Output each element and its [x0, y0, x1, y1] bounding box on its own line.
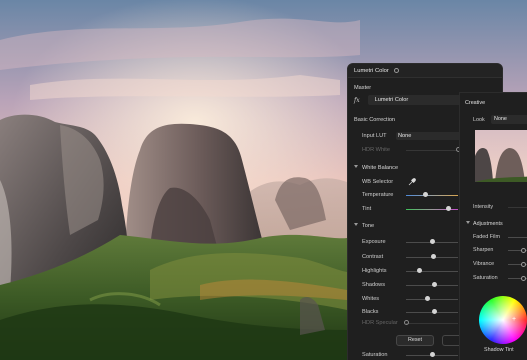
temperature-label: Temperature: [362, 192, 394, 198]
tone-slider[interactable]: [406, 239, 458, 245]
section-collapse-icon: [466, 221, 470, 224]
tint-knob[interactable]: [446, 206, 452, 212]
tone-slider-knob[interactable]: [425, 296, 431, 302]
adjustment-slider-knob[interactable]: [520, 275, 526, 281]
temperature-slider[interactable]: [406, 192, 458, 198]
hdr-white-slider[interactable]: [406, 147, 461, 153]
tone-slider-label: Exposure: [362, 239, 386, 245]
saturation-slider[interactable]: [406, 352, 458, 358]
creative-title: Creative: [465, 100, 486, 106]
intensity-slider[interactable]: [508, 207, 527, 208]
tone-slider-label: Whites: [362, 296, 380, 302]
section-collapse-icon: [354, 223, 358, 226]
panel-title: Lumetri Color: [354, 67, 389, 74]
tone-slider-label: Highlights: [362, 268, 387, 274]
adjustment-label: Sharpen: [473, 247, 494, 253]
temperature-knob[interactable]: [423, 192, 429, 198]
tone-slider-knob[interactable]: [429, 239, 435, 245]
white-balance-heading: White Balance: [354, 165, 398, 171]
input-lut-label: Input LUT: [362, 133, 387, 139]
adjustment-label: Saturation: [473, 275, 498, 281]
tone-slider-knob[interactable]: [430, 254, 436, 260]
wb-selector-label: WB Selector: [362, 179, 394, 185]
input-lut-dropdown[interactable]: None: [396, 132, 466, 140]
eyedropper-icon[interactable]: [408, 178, 416, 186]
look-preview-thumbnail[interactable]: [475, 126, 527, 195]
reset-button[interactable]: Reset: [396, 335, 434, 346]
hdr-white-label: HDR White: [362, 147, 390, 153]
adjustment-slider[interactable]: [508, 237, 527, 238]
tone-slider-knob[interactable]: [432, 282, 438, 288]
tone-slider[interactable]: [406, 268, 458, 274]
adjustment-slider-knob[interactable]: [520, 261, 526, 267]
adjustment-label: Faded Film: [473, 234, 500, 240]
hdr-specular-label: HDR Specular: [362, 320, 398, 326]
adjustment-slider[interactable]: [508, 247, 527, 253]
saturation-label: Saturation: [362, 352, 388, 358]
adjustments-heading[interactable]: Adjustments: [466, 221, 503, 227]
tone-slider-label: Shadows: [362, 282, 386, 288]
look-label: Look: [473, 117, 485, 123]
intensity-label: Intensity: [473, 204, 494, 210]
white-balance-label: White Balance: [362, 165, 399, 171]
creative-panel: Creative Look None Intensity Adjustments…: [459, 92, 527, 360]
tint-label: Tint: [362, 206, 372, 212]
panel-menu-icon[interactable]: [393, 68, 399, 73]
tone-heading: Tone: [354, 223, 374, 229]
section-collapse-icon: [354, 165, 358, 168]
adjustment-slider[interactable]: [508, 261, 527, 267]
tone-slider-knob[interactable]: [416, 268, 422, 274]
adjustments-label: Adjustments: [473, 221, 503, 227]
adjustment-label: Vibrance: [473, 261, 495, 267]
tone-slider-label: Blacks: [362, 309, 379, 315]
saturation-knob[interactable]: [429, 352, 435, 358]
color-wheel-icon[interactable]: +: [479, 296, 527, 344]
wheel-center-marker: +: [512, 316, 517, 323]
panel-header[interactable]: Lumetri Color: [348, 64, 502, 78]
tone-slider[interactable]: [406, 282, 458, 288]
fx-icon: fx: [354, 96, 360, 104]
tone-slider[interactable]: [406, 254, 458, 260]
tone-slider-label: Contrast: [362, 254, 384, 260]
hdr-specular-slider[interactable]: [403, 320, 458, 326]
basic-correction-heading: Basic Correction: [354, 117, 396, 123]
tone-label: Tone: [362, 223, 375, 229]
hdr-specular-knob[interactable]: [403, 320, 409, 326]
look-dropdown[interactable]: None: [491, 115, 527, 124]
tone-slider[interactable]: [406, 309, 458, 315]
shadow-tint-label: Shadow Tint: [484, 347, 514, 353]
tint-slider[interactable]: [406, 206, 458, 212]
adjustment-slider[interactable]: [508, 275, 527, 281]
master-label: Master: [354, 85, 372, 91]
tone-slider-knob[interactable]: [431, 309, 437, 315]
adjustment-slider-knob[interactable]: [520, 247, 526, 253]
tone-slider[interactable]: [406, 296, 458, 302]
